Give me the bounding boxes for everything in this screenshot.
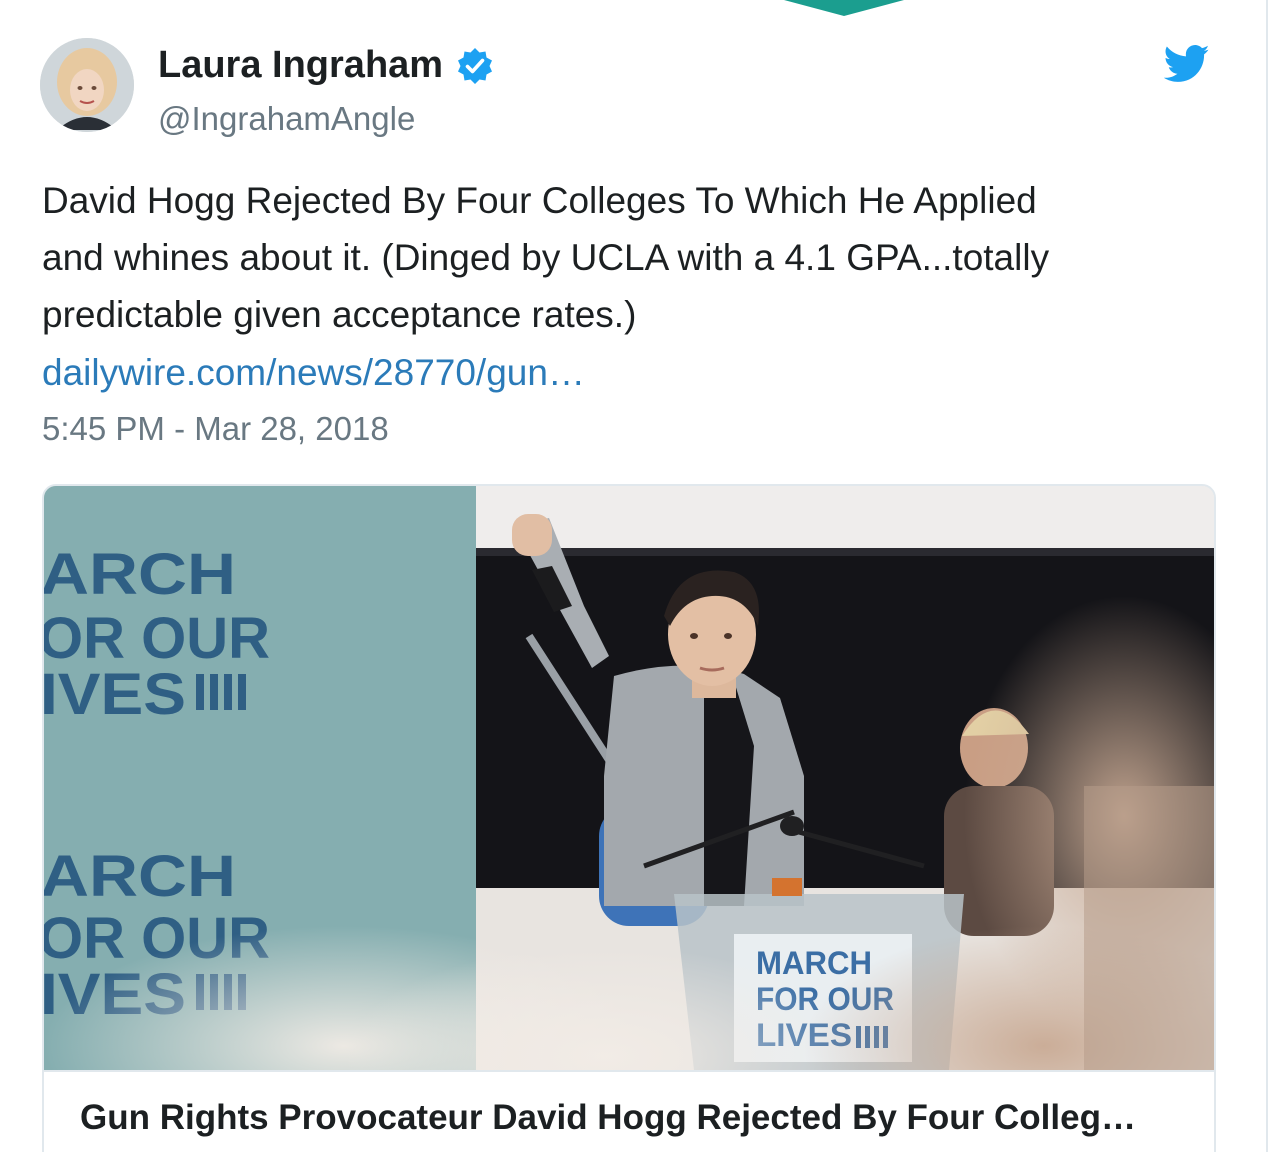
link-preview-card[interactable]: ARCH OR OUR IVES ARCH OR OUR IVES xyxy=(42,484,1216,1152)
avatar[interactable] xyxy=(40,38,134,132)
card-divider xyxy=(44,1070,1214,1072)
verified-badge-icon xyxy=(458,47,493,84)
twitter-bird-icon[interactable] xyxy=(1164,44,1210,84)
author-handle[interactable]: @IngrahamAngle xyxy=(158,100,415,138)
svg-text:ARCH: ARCH xyxy=(44,844,236,909)
embed-border xyxy=(1266,0,1268,1152)
svg-text:IVES: IVES xyxy=(44,662,186,727)
top-pointer-arrow xyxy=(784,0,904,16)
tweet-text-line: predictable given acceptance rates.) xyxy=(42,294,637,335)
tweet-text-line: David Hogg Rejected By Four Colleges To … xyxy=(42,180,1037,221)
author-name-text[interactable]: Laura Ingraham xyxy=(158,44,443,87)
avatar-photo xyxy=(40,38,134,132)
card-image[interactable]: ARCH OR OUR IVES ARCH OR OUR IVES xyxy=(44,486,1214,1070)
svg-text:ARCH: ARCH xyxy=(44,542,236,607)
card-title[interactable]: Gun Rights Provocateur David Hogg Reject… xyxy=(80,1098,1136,1138)
tweet-embed: Laura Ingraham @IngrahamAngle David Hogg… xyxy=(0,0,1276,1152)
tweet-text-line: and whines about it. (Dinged by UCLA wit… xyxy=(42,237,1050,278)
card-photo: ARCH OR OUR IVES ARCH OR OUR IVES xyxy=(44,486,1214,1070)
article-link[interactable]: dailywire.com/news/28770/gun… xyxy=(42,344,585,401)
tweet-text: David Hogg Rejected By Four Colleges To … xyxy=(42,172,1222,343)
tweet-timestamp[interactable]: 5:45 PM - Mar 28, 2018 xyxy=(42,410,389,448)
author-display-name[interactable]: Laura Ingraham xyxy=(158,44,495,87)
